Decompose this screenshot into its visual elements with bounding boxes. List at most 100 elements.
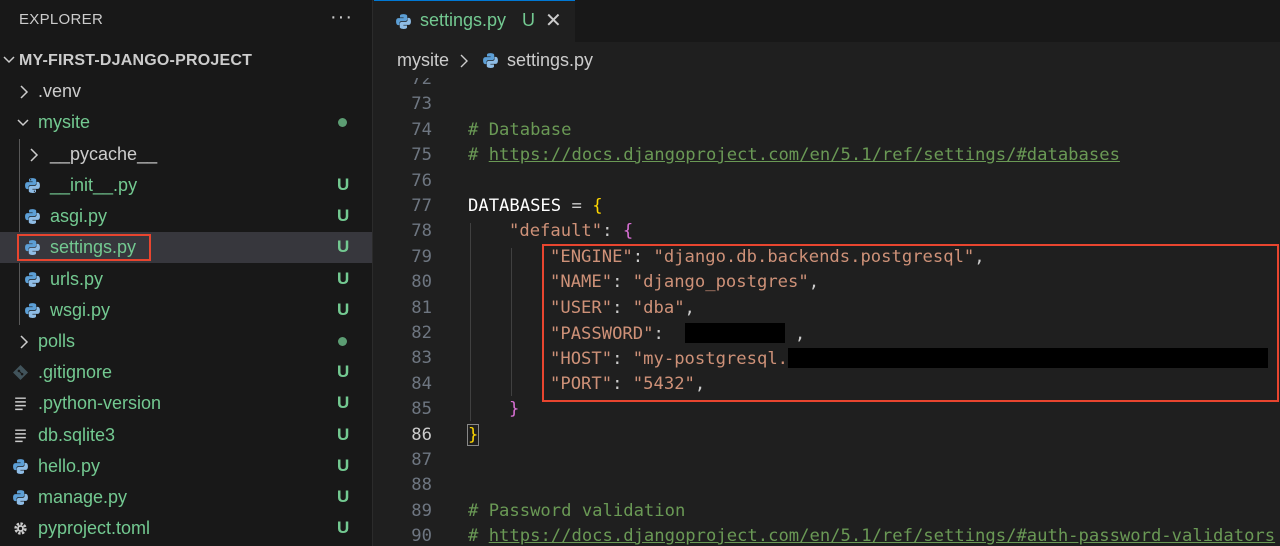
git-status-badge: U	[337, 425, 350, 444]
tree-folder-venv[interactable]: .venv	[0, 76, 372, 107]
tree-file-settings[interactable]: settings.py U	[0, 232, 372, 263]
python-file-icon	[13, 490, 28, 505]
project-name: MY-FIRST-DJANGO-PROJECT	[19, 52, 253, 69]
line-number: 76	[411, 171, 432, 191]
tree-file-asgi[interactable]: asgi.py U	[0, 201, 372, 232]
tree-file-pyproject[interactable]: pyproject.toml U	[0, 513, 372, 544]
code-line-password: "PASSWORD": ,	[550, 323, 805, 344]
comma: ,	[808, 272, 820, 292]
tree-folder-pycache[interactable]: __pycache__	[0, 139, 372, 170]
line-number: 72	[411, 78, 432, 89]
tree-item-label: urls.py	[50, 269, 104, 289]
tree-file-hello[interactable]: hello.py U	[0, 451, 372, 482]
tree-item-label: .gitignore	[38, 362, 113, 382]
tree-folder-polls[interactable]: polls	[0, 326, 372, 357]
line-number: 73	[411, 94, 432, 114]
more-actions-icon[interactable]: ···	[330, 6, 353, 29]
entry-value: "django_postgres"	[632, 272, 809, 292]
python-file-icon	[25, 272, 40, 287]
entry-key: "PORT"	[550, 374, 613, 394]
tree-item-label: hello.py	[38, 456, 101, 476]
code-line-db-link: # https://docs.djangoproject.com/en/5.1/…	[468, 145, 1120, 165]
tree-folder-mysite[interactable]: mysite	[0, 107, 372, 138]
project-root-folder[interactable]: MY-FIRST-DJANGO-PROJECT	[0, 47, 372, 75]
text-file-icon	[15, 429, 26, 443]
line-number: 82	[411, 323, 432, 343]
line-number: 89	[411, 501, 432, 521]
databases-doc-link[interactable]: https://docs.djangoproject.com/en/5.1/re…	[489, 145, 1120, 165]
line-number-active: 86	[411, 425, 432, 445]
tree-file-db-sqlite3[interactable]: db.sqlite3 U	[0, 420, 372, 451]
colon: :	[612, 272, 633, 292]
explorer-sidebar: EXPLORER ··· MY-FIRST-DJANGO-PROJECT .ve…	[0, 0, 373, 546]
editor-tab-bar: settings.py U ✕	[374, 0, 1280, 42]
line-number: 74	[411, 120, 432, 140]
tree-file-manage[interactable]: manage.py U	[0, 482, 372, 513]
python-file-icon	[25, 209, 40, 224]
entry-key: "PASSWORD"	[550, 324, 654, 344]
assign-operator: =	[561, 196, 593, 216]
python-file-icon	[25, 240, 40, 255]
indent-guide	[511, 248, 512, 396]
line-number: 90	[411, 526, 432, 546]
git-status-badge: U	[337, 518, 350, 537]
tree-item-label: .venv	[38, 81, 82, 101]
entry-key: "USER"	[550, 298, 613, 318]
python-file-icon	[13, 459, 28, 474]
line-number: 85	[411, 399, 432, 419]
tree-file-init[interactable]: __init__.py U	[0, 170, 372, 201]
tree-file-python-version[interactable]: .python-version U	[0, 388, 372, 419]
redacted-host	[788, 348, 1269, 368]
open-brace: {	[622, 221, 634, 241]
password-validators-doc-link[interactable]: https://docs.djangoproject.com/en/5.1/re…	[489, 526, 1275, 546]
tree-file-gitignore[interactable]: .gitignore U	[0, 357, 372, 388]
tree-item-label: pyproject.toml	[38, 518, 151, 538]
git-status-badge: U	[337, 269, 350, 288]
entry-key: "NAME"	[550, 272, 613, 292]
code-line-host: "HOST": "my-postgresql.	[550, 348, 1269, 369]
colon: :	[602, 221, 623, 241]
line-number: 84	[411, 374, 432, 394]
comma: ,	[694, 374, 706, 394]
git-status-badge: U	[337, 237, 350, 256]
redacted-password	[684, 323, 785, 343]
close-brace-matched: }	[466, 424, 480, 446]
line-number: 87	[411, 450, 432, 470]
entry-value: "dba"	[632, 298, 685, 318]
code-line-name: "NAME": "django_postgres",	[550, 272, 819, 292]
entry-value: "django.db.backends.postgresql"	[653, 247, 975, 267]
line-number: 80	[411, 272, 432, 292]
comment-prefix: #	[468, 145, 489, 165]
databases-variable: DATABASES	[468, 196, 562, 216]
chevron-right-icon	[20, 85, 29, 99]
colon: :	[612, 349, 633, 369]
tree-file-wsgi[interactable]: wsgi.py U	[0, 295, 372, 326]
comma: ,	[974, 247, 985, 267]
colon: :	[612, 298, 633, 318]
code-line-port: "PORT": "5432",	[550, 374, 705, 394]
breadcrumb: mysite settings.py	[374, 42, 1280, 78]
line-number: 75	[411, 145, 432, 165]
entry-key: "ENGINE"	[550, 247, 633, 267]
entry-key: "HOST"	[550, 349, 613, 369]
git-status-badge: U	[337, 300, 350, 319]
tree-item-label: wsgi.py	[50, 300, 111, 320]
code-line-engine: "ENGINE": "django.db.backends.postgresql…	[550, 247, 985, 267]
breadcrumb-folder[interactable]: mysite	[397, 50, 449, 71]
code-editor[interactable]: 72 73 74 75 76 77 78 79 80 81 82 83 84 8…	[374, 78, 1280, 546]
git-file-icon	[12, 364, 29, 381]
gear-icon	[14, 522, 27, 535]
tree-item-label: .python-version	[38, 393, 162, 413]
tree-file-urls[interactable]: urls.py U	[0, 264, 372, 295]
colon: :	[653, 324, 675, 344]
close-icon[interactable]: ✕	[545, 8, 562, 33]
tree-item-label: __pycache__	[50, 144, 158, 164]
breadcrumb-file[interactable]: settings.py	[507, 50, 593, 71]
line-number: 79	[411, 247, 432, 267]
line-number: 78	[411, 221, 432, 241]
line-number: 77	[411, 196, 432, 216]
tree-item-label: asgi.py	[50, 206, 108, 226]
tab-settings-py[interactable]: settings.py U ✕	[374, 0, 575, 42]
git-status-badge: U	[337, 175, 350, 194]
tree-item-label: __init__.py	[50, 175, 138, 195]
